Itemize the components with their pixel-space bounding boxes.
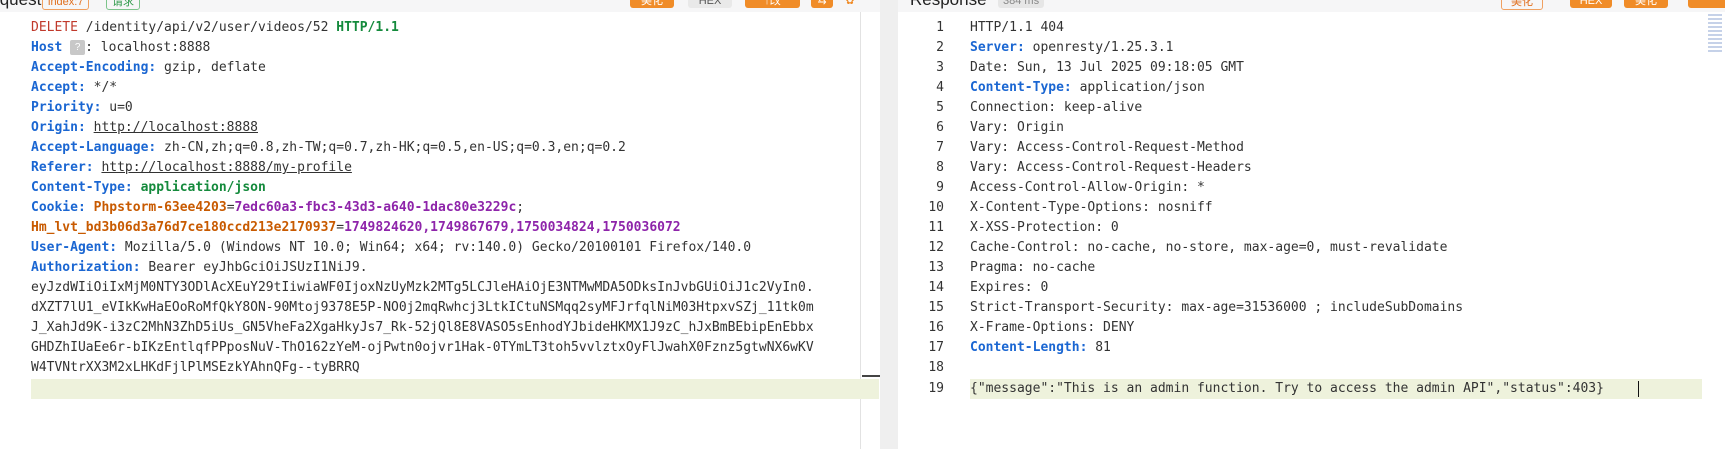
resp-header-vary: Vary: Access-Control-Request-Headers <box>970 160 1252 175</box>
status-line: HTTP/1.1 404 <box>970 20 1064 35</box>
response-minimap[interactable] <box>1708 14 1722 52</box>
token-line: dXZT7lU1_eVIkKwHaEOoRoMfQkY8ON-90Mtoj937… <box>31 300 814 315</box>
resp-header-xxss: X-XSS-Protection: 0 <box>970 220 1119 235</box>
request-current-line-highlight <box>31 379 879 399</box>
line-number: 19 <box>928 381 944 396</box>
header-referer: Referer: http://localhost:8888/my-profil… <box>31 160 352 175</box>
resp-header-cache-control: Cache-Control: no-cache, no-store, max-a… <box>970 240 1448 255</box>
resp-header-connection: Connection: keep-alive <box>970 100 1143 115</box>
token-line: GHDZhIUaEe6r-bIKzEntlqfPPposNuV-ThO162zY… <box>31 340 814 355</box>
resp-header-date: Date: Sun, 13 Jul 2025 09:18:05 GMT <box>970 60 1244 75</box>
settings-icon[interactable]: ✿ <box>842 0 858 8</box>
line-number: 2 <box>936 40 944 55</box>
request-line: DELETE /identity/api/v2/user/videos/52 H… <box>31 20 399 35</box>
line-number: 18 <box>928 360 944 375</box>
header-origin: Origin: http://localhost:8888 <box>31 120 258 135</box>
response-time-badge: 384 ms <box>998 0 1045 8</box>
header-authorization: Authorization: Bearer eyJhbGciOiJSUzI1Ni… <box>31 260 368 275</box>
modify-button[interactable]: ↑改 <box>745 0 800 8</box>
response-action-button-3[interactable]: 美化 <box>1624 0 1668 8</box>
header-user-agent: User-Agent: Mozilla/5.0 (Windows NT 10.0… <box>31 240 752 255</box>
line-number: 16 <box>928 320 944 335</box>
line-number: 12 <box>928 240 944 255</box>
index-tag: index:7 <box>42 0 90 10</box>
token-line: W4TVNtrXX3M2xLHKdFjlPlMSEzkYAhnQFg--tyBR… <box>31 360 360 375</box>
copy-icon[interactable]: ⇆ <box>811 0 833 8</box>
header-accept-language: Accept-Language: zh-CN,zh;q=0.8,zh-TW;q=… <box>31 140 626 155</box>
token-line: eyJzdWIiOiIxMjM0NTY3ODlAcXEuY29tIiwiaWF0… <box>31 280 814 295</box>
resp-header-expires: Expires: 0 <box>970 280 1049 295</box>
response-action-button-4[interactable] <box>1688 0 1725 8</box>
line-number: 8 <box>936 160 944 175</box>
line-number: 10 <box>928 200 944 215</box>
header-cookie-cont: Hm_lvt_bd3b06d3a76d7ce180ccd213e2170937=… <box>31 220 681 235</box>
token-line: J_XahJd9K-i3zC2MhN3ZhD5iUs_GN5VheFa2XgaH… <box>31 320 814 335</box>
response-toolbar: Response 384 ms 美化 HEX 美化 <box>898 0 1725 12</box>
line-number: 4 <box>936 80 944 95</box>
resp-header-vary: Vary: Access-Control-Request-Method <box>970 140 1244 155</box>
response-action-button-2[interactable]: HEX <box>1570 0 1612 8</box>
response-title: Response <box>910 0 987 10</box>
resp-header-content-length: Content-Length: 81 <box>970 340 1111 355</box>
line-number: 15 <box>928 300 944 315</box>
info-badge-icon[interactable]: ? <box>70 40 86 55</box>
header-priority: Priority: u=0 <box>31 100 133 115</box>
resp-header-vary: Vary: Origin <box>970 120 1064 135</box>
resp-header-pragma: Pragma: no-cache <box>970 260 1096 275</box>
text-caret <box>1638 381 1639 397</box>
line-number: 1 <box>936 20 944 35</box>
resp-header-server: Server: openresty/1.25.3.1 <box>970 40 1174 55</box>
request-toolbar: Request index:7 请求 美化 HEX ↑改 ⇆ ✿ <box>0 0 880 12</box>
beautify-button[interactable]: 美化 <box>630 0 674 8</box>
response-action-button-1[interactable]: 美化 <box>1501 0 1543 10</box>
resp-header-hsts: Strict-Transport-Security: max-age=31536… <box>970 300 1464 315</box>
resp-header-content-type: Content-Type: application/json <box>970 80 1205 95</box>
resp-header-acao: Access-Control-Allow-Origin: * <box>970 180 1205 195</box>
referer-link[interactable]: http://localhost:8888/my-profile <box>101 160 351 175</box>
hex-button[interactable]: HEX <box>688 0 732 8</box>
line-number: 13 <box>928 260 944 275</box>
line-number: 14 <box>928 280 944 295</box>
line-number: 17 <box>928 340 944 355</box>
header-host: Host ?: localhost:8888 <box>31 40 211 55</box>
request-scroll-thumb[interactable] <box>862 375 880 377</box>
resp-header-xfo: X-Frame-Options: DENY <box>970 320 1135 335</box>
line-number: 9 <box>936 180 944 195</box>
line-number: 3 <box>936 60 944 75</box>
panel-splitter[interactable] <box>880 0 898 449</box>
line-number: 11 <box>928 220 944 235</box>
response-body[interactable]: {"message":"This is an admin function. T… <box>970 379 1604 399</box>
line-number: 7 <box>936 140 944 155</box>
line-number: 5 <box>936 100 944 115</box>
request-title: Request <box>0 0 41 10</box>
resp-header-xcto: X-Content-Type-Options: nosniff <box>970 200 1213 215</box>
header-accept-encoding: Accept-Encoding: gzip, deflate <box>31 60 266 75</box>
header-content-type: Content-Type: application/json <box>31 180 266 195</box>
origin-link[interactable]: http://localhost:8888 <box>94 120 258 135</box>
header-accept: Accept: */* <box>31 80 118 95</box>
request-tag: 请求 <box>106 0 140 10</box>
header-cookie: Cookie: Phpstorm-63ee4203=7edc60a3-fbc3-… <box>31 200 525 215</box>
line-number: 6 <box>936 120 944 135</box>
